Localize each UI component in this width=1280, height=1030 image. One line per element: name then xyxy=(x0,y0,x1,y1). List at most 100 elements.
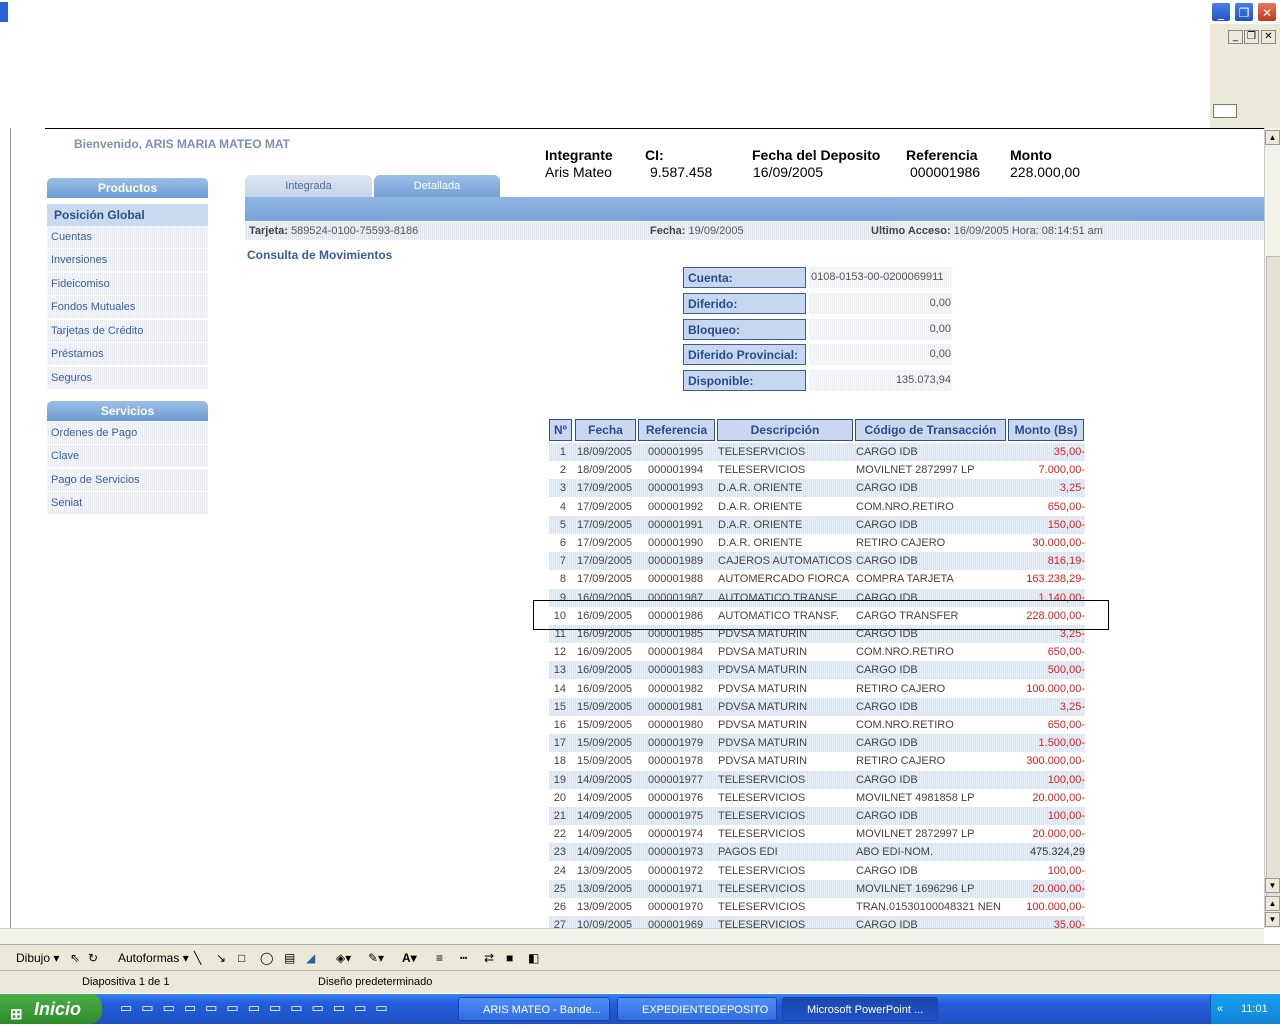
autoformas-menu[interactable]: Autoformas ▾ xyxy=(118,949,189,967)
sidebar-item-prestamos[interactable]: Préstamos xyxy=(47,343,208,366)
deposit-ci-label: CI: xyxy=(645,147,664,163)
prev-slide-button[interactable]: ▲ xyxy=(1265,896,1280,911)
row-codigo: RETIRO CAJERO xyxy=(856,537,946,549)
highlight-box xyxy=(533,600,1109,630)
scroll-up-button[interactable]: ▲ xyxy=(1265,130,1280,145)
row-monto: 475.324,29 xyxy=(1029,846,1085,859)
fill-color-icon[interactable]: ◈▾ xyxy=(336,949,351,967)
scroll-down-button[interactable]: ▼ xyxy=(1265,878,1280,893)
row-codigo: CARGO IDB xyxy=(856,700,918,713)
arrow-style-icon[interactable]: ⇄ xyxy=(484,949,494,967)
row-monto: 650,00- xyxy=(1047,500,1085,513)
row-fecha: 17/09/2005 xyxy=(577,518,633,531)
row-codigo: COM.NRO.RETIRO xyxy=(856,500,954,513)
col-header-fecha: Fecha xyxy=(575,419,636,441)
sidebar-item-tarjetas-credito[interactable]: Tarjetas de Crédito xyxy=(47,320,208,343)
maximize-button[interactable]: ❐ xyxy=(1234,2,1254,22)
row-referencia: 000001993 xyxy=(648,482,704,495)
line-color-icon[interactable]: ✎▾ xyxy=(368,949,384,967)
select-pointer-icon[interactable]: ⇖ xyxy=(70,949,80,967)
next-slide-button[interactable]: ▼ xyxy=(1265,912,1280,927)
scroll-thumb[interactable] xyxy=(1266,256,1280,908)
tab-integrada[interactable]: Integrada xyxy=(245,175,372,197)
sidebar-item-cuentas[interactable]: Cuentas xyxy=(47,226,208,249)
textbox-icon[interactable]: ▤ xyxy=(284,949,295,967)
row-referencia: 000001995 xyxy=(648,446,704,458)
start-label: Inicio xyxy=(34,999,82,1019)
sidebar-item-seguros[interactable]: Seguros xyxy=(47,367,208,390)
line-style-icon[interactable]: ≡ xyxy=(436,949,443,967)
row-descripcion: PDVSA MATURIN xyxy=(718,737,808,750)
sidebar-item-posicion-global[interactable]: Posición Global xyxy=(47,204,208,227)
horizontal-scrollbar[interactable] xyxy=(0,928,1264,945)
dibujo-menu[interactable]: Dibujo ▾ xyxy=(16,949,59,967)
row-monto: 7.000,00- xyxy=(1038,464,1085,477)
row-num: 3 xyxy=(559,482,566,495)
deposit-referencia-value: 000001986 xyxy=(910,164,981,180)
row-descripcion: D.A.R. ORIENTE xyxy=(718,537,803,549)
row-codigo: MOVILNET 2872997 LP xyxy=(856,464,975,477)
row-referencia: 000001976 xyxy=(648,791,704,804)
rotate-icon[interactable]: ↻ xyxy=(88,949,98,967)
row-codigo: CARGO IDB xyxy=(856,518,918,531)
row-codigo: COM.NRO.RETIRO xyxy=(856,646,954,659)
row-codigo: CARGO IDB xyxy=(856,864,918,877)
doc-restore-button[interactable]: ❐ xyxy=(1244,30,1259,44)
rectangle-icon[interactable]: □ xyxy=(238,949,245,967)
deposit-ci-value: 9.587.458 xyxy=(650,164,713,180)
oval-icon[interactable]: ◯ xyxy=(260,949,273,967)
sidebar-item-fideicomiso[interactable]: Fideicomiso xyxy=(47,273,208,296)
row-num: 6 xyxy=(559,537,566,549)
row-codigo: ABO EDI-NOM. xyxy=(856,846,934,859)
row-monto: 650,00- xyxy=(1047,719,1085,731)
row-monto: 1.500,00- xyxy=(1038,737,1085,750)
tray-arrow-icon[interactable]: « xyxy=(1217,994,1223,1024)
taskbar-item-powerpoint[interactable]: Microsoft PowerPoint ... xyxy=(782,997,938,1021)
table-row: 26 13/09/2005 000001970 TELESERVICIOS TRAN.0… xyxy=(549,898,1085,916)
row-fecha: 14/09/2005 xyxy=(577,810,633,822)
deposit-referencia-label: Referencia xyxy=(906,147,978,163)
shadow-icon[interactable]: ■ xyxy=(506,949,513,967)
sidebar-item-seniat[interactable]: Seniat xyxy=(47,492,208,515)
row-num: 17 xyxy=(553,737,566,750)
sidebar-item-inversiones[interactable]: Inversiones xyxy=(47,249,208,272)
doc-minimize-button[interactable]: _ xyxy=(1228,30,1243,44)
line-icon[interactable]: ╲ xyxy=(194,949,201,967)
row-descripcion: TELESERVICIOS xyxy=(718,828,806,841)
summary-value-bloqueo: 0,00 xyxy=(809,319,952,340)
row-codigo: MOVILNET 2872997 LP xyxy=(856,828,975,841)
tarjeta-label: Tarjeta: xyxy=(249,225,288,237)
dash-style-icon[interactable]: ┅ xyxy=(460,949,467,967)
table-row: 23 14/09/2005 000001973 PAGOS EDI ABO EDI-NO… xyxy=(549,843,1085,862)
row-descripcion: D.A.R. ORIENTE xyxy=(718,500,803,513)
row-referencia: 000001974 xyxy=(648,828,704,841)
sidebar-item-fondos-mutuales[interactable]: Fondos Mutuales xyxy=(47,296,208,319)
doc-close-button[interactable]: ✕ xyxy=(1261,30,1276,44)
row-descripcion: AUTOMERCADO FIORCA xyxy=(718,573,850,586)
taskbar-item-browser[interactable]: ARIS MATEO - Bande... xyxy=(458,997,610,1021)
deposit-integrante-label: Integrante xyxy=(545,147,613,163)
slide-outline-strip xyxy=(0,128,11,928)
3d-icon[interactable]: ◧ xyxy=(528,949,539,967)
sidebar-item-pago-servicios[interactable]: Pago de Servicios xyxy=(47,469,208,492)
row-descripcion: PDVSA MATURIN xyxy=(718,755,808,768)
taskbar-item-folder[interactable]: EXPEDIENTEDEPOSITO xyxy=(617,997,777,1021)
arrow-icon[interactable]: ↘ xyxy=(216,949,226,967)
vertical-scrollbar[interactable]: ▲ ▼ ▲ ▼ xyxy=(1264,128,1280,928)
row-monto: 35,00- xyxy=(1053,446,1085,458)
row-descripcion: CAJEROS AUTOMATICOS xyxy=(718,555,853,568)
table-row: 19 14/09/2005 000001977 TELESERVICIOS CARGO … xyxy=(549,770,1085,789)
wordart-icon[interactable]: ◢ xyxy=(306,949,315,967)
minimize-button[interactable]: _ xyxy=(1211,2,1231,22)
row-descripcion: TELESERVICIOS xyxy=(718,773,806,786)
tab-detallada[interactable]: Detallada xyxy=(374,175,500,197)
font-color-icon[interactable]: A▾ xyxy=(402,949,417,967)
start-button[interactable]: ⊞ Inicio xyxy=(0,994,102,1024)
table-row: 1 18/09/2005 000001995 TELESERVICIOS CARGO I… xyxy=(549,443,1085,461)
close-button[interactable]: ✕ xyxy=(1257,2,1277,22)
sidebar-item-ordenes-pago[interactable]: Ordenes de Pago xyxy=(47,422,208,445)
row-descripcion: TELESERVICIOS xyxy=(718,810,806,822)
sidebar-item-clave[interactable]: Clave xyxy=(47,445,208,468)
drawing-toolbar: Dibujo ▾ ⇖ ↻ Autoformas ▾ ╲ ↘ □ ◯ ▤ ◢ ◈▾… xyxy=(0,944,1280,971)
col-header-codigo: Código de Transacción xyxy=(855,419,1006,441)
